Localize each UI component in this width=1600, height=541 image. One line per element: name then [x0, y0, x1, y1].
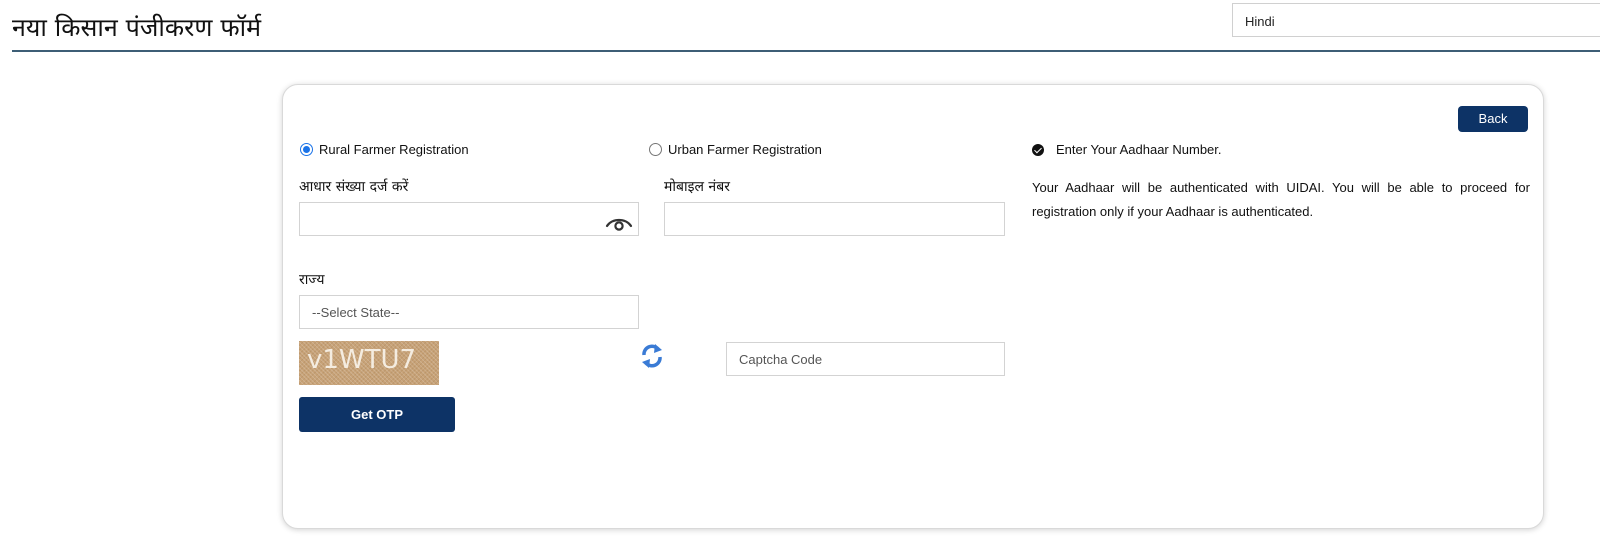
- rural-radio[interactable]: [300, 143, 313, 156]
- captcha-input[interactable]: Captcha Code: [726, 342, 1005, 376]
- aadhaar-label: आधार संख्या दर्ज करें: [299, 179, 409, 195]
- page-title: नया किसान पंजीकरण फॉर्म: [12, 13, 262, 42]
- refresh-icon[interactable]: [640, 342, 664, 370]
- eye-icon[interactable]: [605, 216, 633, 232]
- language-select[interactable]: Hindi: [1232, 3, 1600, 37]
- rural-registration-option[interactable]: Rural Farmer Registration: [300, 142, 469, 157]
- state-label: राज्य: [299, 272, 325, 288]
- get-otp-button[interactable]: Get OTP: [299, 397, 455, 432]
- check-circle-icon: [1032, 143, 1044, 156]
- urban-radio-label: Urban Farmer Registration: [668, 142, 822, 157]
- urban-registration-option[interactable]: Urban Farmer Registration: [649, 142, 822, 157]
- rural-radio-label: Rural Farmer Registration: [319, 142, 469, 157]
- info-heading-text: Enter Your Aadhaar Number.: [1056, 142, 1222, 157]
- info-heading: Enter Your Aadhaar Number.: [1032, 142, 1222, 157]
- captcha-image: v1WTU7: [299, 341, 439, 385]
- urban-radio[interactable]: [649, 143, 662, 156]
- info-text: Your Aadhaar will be authenticated with …: [1032, 180, 1530, 219]
- mobile-label: मोबाइल नंबर: [664, 179, 730, 195]
- header-divider: [12, 50, 1600, 52]
- aadhaar-input[interactable]: [299, 202, 639, 236]
- mobile-input[interactable]: [664, 202, 1005, 236]
- state-select[interactable]: --Select State--: [299, 295, 639, 329]
- back-button[interactable]: Back: [1458, 106, 1528, 132]
